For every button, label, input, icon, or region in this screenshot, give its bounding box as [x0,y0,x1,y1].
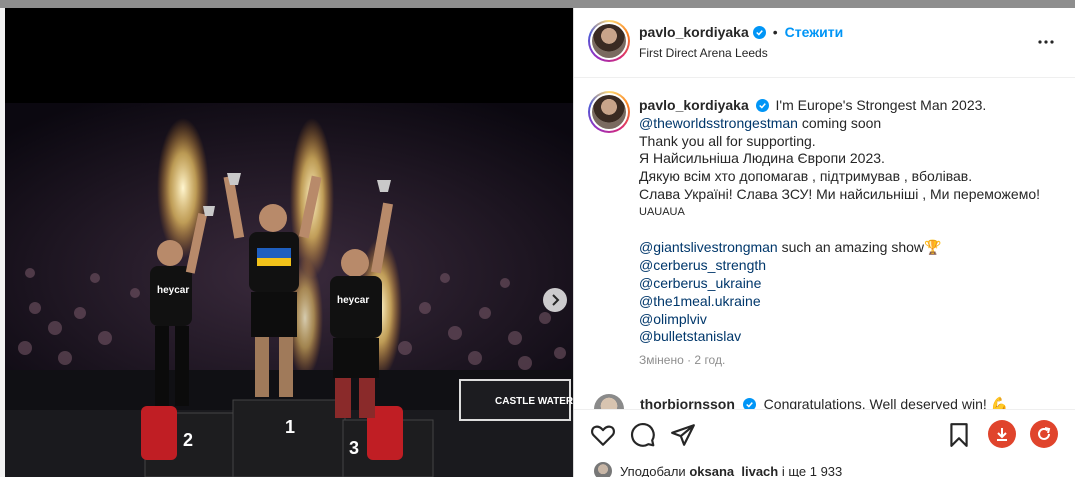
podium-1: 1 [285,417,295,437]
edited-timestamp: Змінено · 2 год. [639,353,726,367]
caption-avatar[interactable] [588,91,630,133]
likes-user[interactable]: oksana_livach [689,464,778,477]
likes-prefix: Уподобали [620,464,686,477]
author-username[interactable]: pavlo_kordiyaka [639,24,749,40]
chevron-right-icon [552,294,560,306]
caption-line: UAUAUA [639,205,685,218]
caption-line [639,222,1059,240]
mention-link[interactable]: @bulletstanislav [639,328,741,344]
likes-summary: Уподобали oksana_livach і ще 1 933 [574,459,1075,477]
caption-line: @cerberus_strength [639,257,1059,275]
verified-icon [752,25,766,39]
commenter-username[interactable]: thorbjornsson [640,396,735,409]
caption-username[interactable]: pavlo_kordiyaka [639,97,749,113]
post-location[interactable]: First Direct Arena Leeds [639,46,768,60]
podium-scene: CASTLE WATER 2 1 3 heycar heycar [5,8,573,477]
mention-link[interactable]: @the1meal.ukraine [639,293,761,309]
likes-text[interactable]: Уподобали oksana_livach і ще 1 933 [620,464,842,477]
podium-3: 3 [349,438,359,458]
follow-button[interactable]: Стежити [785,24,844,40]
caption-line: Я Найсильніша Людина Європи 2023. [639,150,885,167]
refresh-icon [1038,427,1051,440]
mention-link[interactable]: @theworldsstrongestman [639,115,798,131]
caption-line: Дякую всім хто допомагав , підтримував ,… [639,168,973,185]
mention-link[interactable]: @cerberus_ukraine [639,275,761,291]
caption-first-line: pavlo_kordiyaka I'm Europe's Strongest M… [639,97,1059,115]
author-avatar[interactable] [588,20,630,62]
caption-line-text: such an amazing show🏆 [777,239,942,256]
post-photo[interactable]: CASTLE WATER 2 1 3 heycar heycar [5,8,573,477]
comment-text: Congratulations. Well deserved win! 💪 [763,396,1009,409]
author-line: pavlo_kordiyaka • Стежити [639,24,843,40]
caption-line: @giantslivestrongman such an amazing sho… [639,239,1059,257]
sponsor-shirt-right: heycar [337,295,369,306]
action-bar [574,409,1075,459]
next-photo-button[interactable] [543,288,567,312]
mention-link[interactable]: @cerberus_strength [639,257,766,273]
mention-link[interactable]: @olimplviv [639,311,707,327]
mention-link[interactable]: @giantslivestrongman [639,239,778,255]
verified-icon [742,398,756,409]
caption-text-0: I'm Europe's Strongest Man 2023. [775,97,987,113]
verified-icon [755,99,769,112]
sponsor-shirt-left: heycar [157,285,189,296]
comment-content: thorbjornsson Congratulations. Well dese… [640,396,1008,409]
separator-dot: • [772,24,778,40]
caption-line: Thank you all for supporting. [639,132,816,149]
post-header: pavlo_kordiyaka • Стежити First Direct A… [574,8,1075,78]
comments-area[interactable]: pavlo_kordiyaka I'm Europe's Strongest M… [574,79,1075,409]
caption-line: @olimplviv [639,311,1059,329]
heart-icon[interactable] [590,422,616,448]
caption-lines: @theworldsstrongestman coming soon Thank … [639,115,1059,346]
likes-suffix[interactable]: і ще 1 933 [782,464,842,477]
post-side-panel: pavlo_kordiyaka • Стежити First Direct A… [573,8,1075,477]
refresh-button[interactable] [1030,420,1058,448]
download-icon [997,428,1007,441]
liker-avatar[interactable] [594,462,612,477]
caption-line: @the1meal.ukraine [639,293,1059,311]
commenter-avatar[interactable] [594,394,624,409]
caption-line: @bulletstanislav [639,328,1059,346]
more-icon[interactable] [1036,34,1056,50]
share-icon[interactable] [670,422,696,448]
banner-text: CASTLE WATER [495,396,573,407]
trophy-second [203,206,215,216]
caption-line-text: coming soon [797,114,882,131]
comment-icon[interactable] [630,422,656,448]
bookmark-icon[interactable] [946,422,972,448]
overlay-top-strip [0,0,1075,8]
caption-line: @theworldsstrongestman coming soon [639,115,1059,133]
download-button[interactable] [988,420,1016,448]
caption-line: Слава Україні! Слава ЗСУ! Ми найсильніші… [639,185,1040,202]
caption-line: @cerberus_ukraine [639,275,1059,293]
red-bag-left [141,406,177,460]
podium-2: 2 [183,430,193,450]
post-caption: pavlo_kordiyaka I'm Europe's Strongest M… [639,97,1059,346]
comment-row: thorbjornsson Congratulations. Well dese… [588,389,1068,409]
